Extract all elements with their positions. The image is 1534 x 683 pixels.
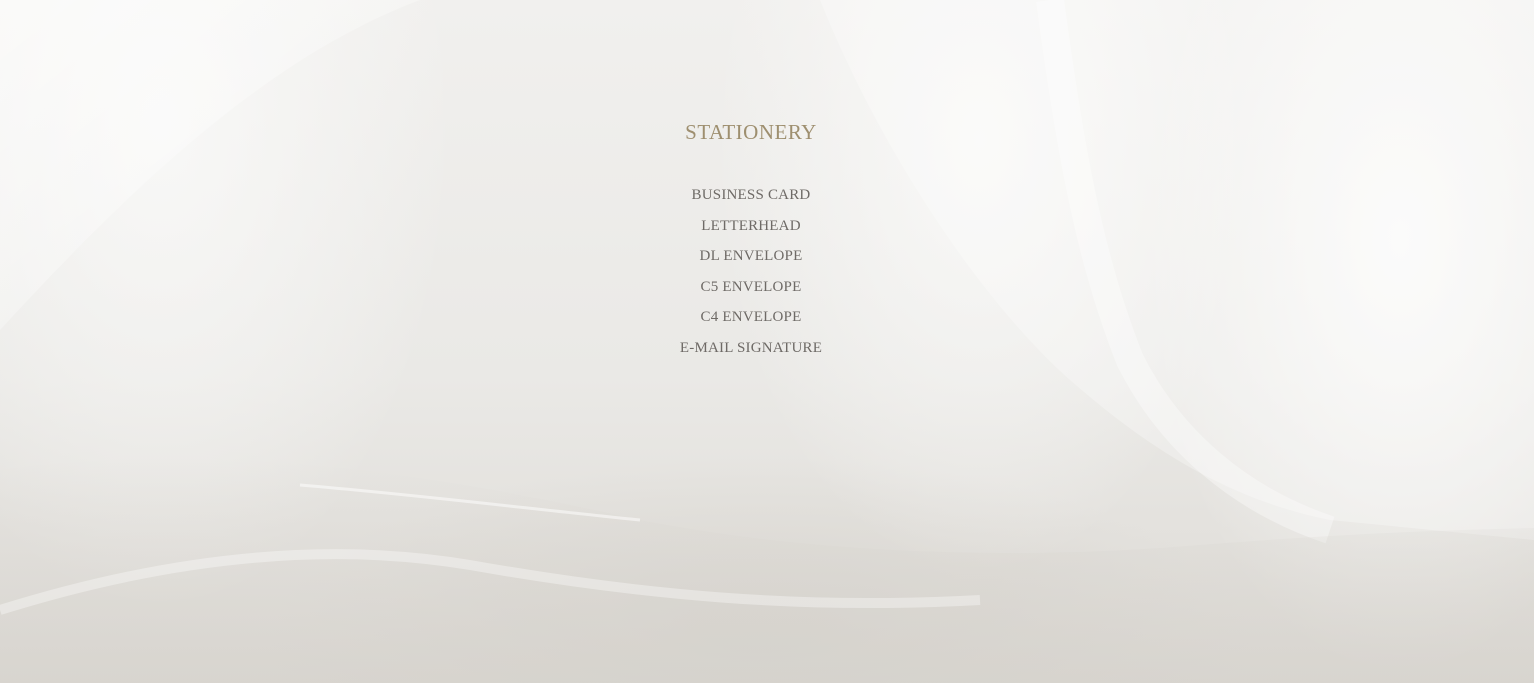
menu-item-business-card: BUSINESS CARD	[551, 179, 951, 210]
c4-envelope-link[interactable]: C4 ENVELOPE	[701, 309, 802, 325]
menu-title: STATIONERY	[685, 120, 817, 144]
email-signature-link[interactable]: E-MAIL SIGNATURE	[680, 340, 822, 356]
c5-envelope-link[interactable]: C5 ENVELOPE	[701, 279, 802, 295]
stationery-menu: STATIONERY BUSINESS CARD LETTERHEAD DL E…	[551, 115, 951, 363]
menu-item-letterhead: LETTERHEAD	[551, 210, 951, 241]
menu-item-email-signature: E-MAIL SIGNATURE	[551, 332, 951, 363]
menu-item-c5-envelope: C5 ENVELOPE	[551, 271, 951, 302]
business-card-link[interactable]: BUSINESS CARD	[692, 187, 811, 203]
menu-list: BUSINESS CARD LETTERHEAD DL ENVELOPE C5 …	[551, 179, 951, 363]
menu-item-c4-envelope: C4 ENVELOPE	[551, 301, 951, 332]
menu-item-dl-envelope: DL ENVELOPE	[551, 240, 951, 271]
dl-envelope-link[interactable]: DL ENVELOPE	[700, 248, 803, 264]
letterhead-link[interactable]: LETTERHEAD	[701, 218, 800, 234]
